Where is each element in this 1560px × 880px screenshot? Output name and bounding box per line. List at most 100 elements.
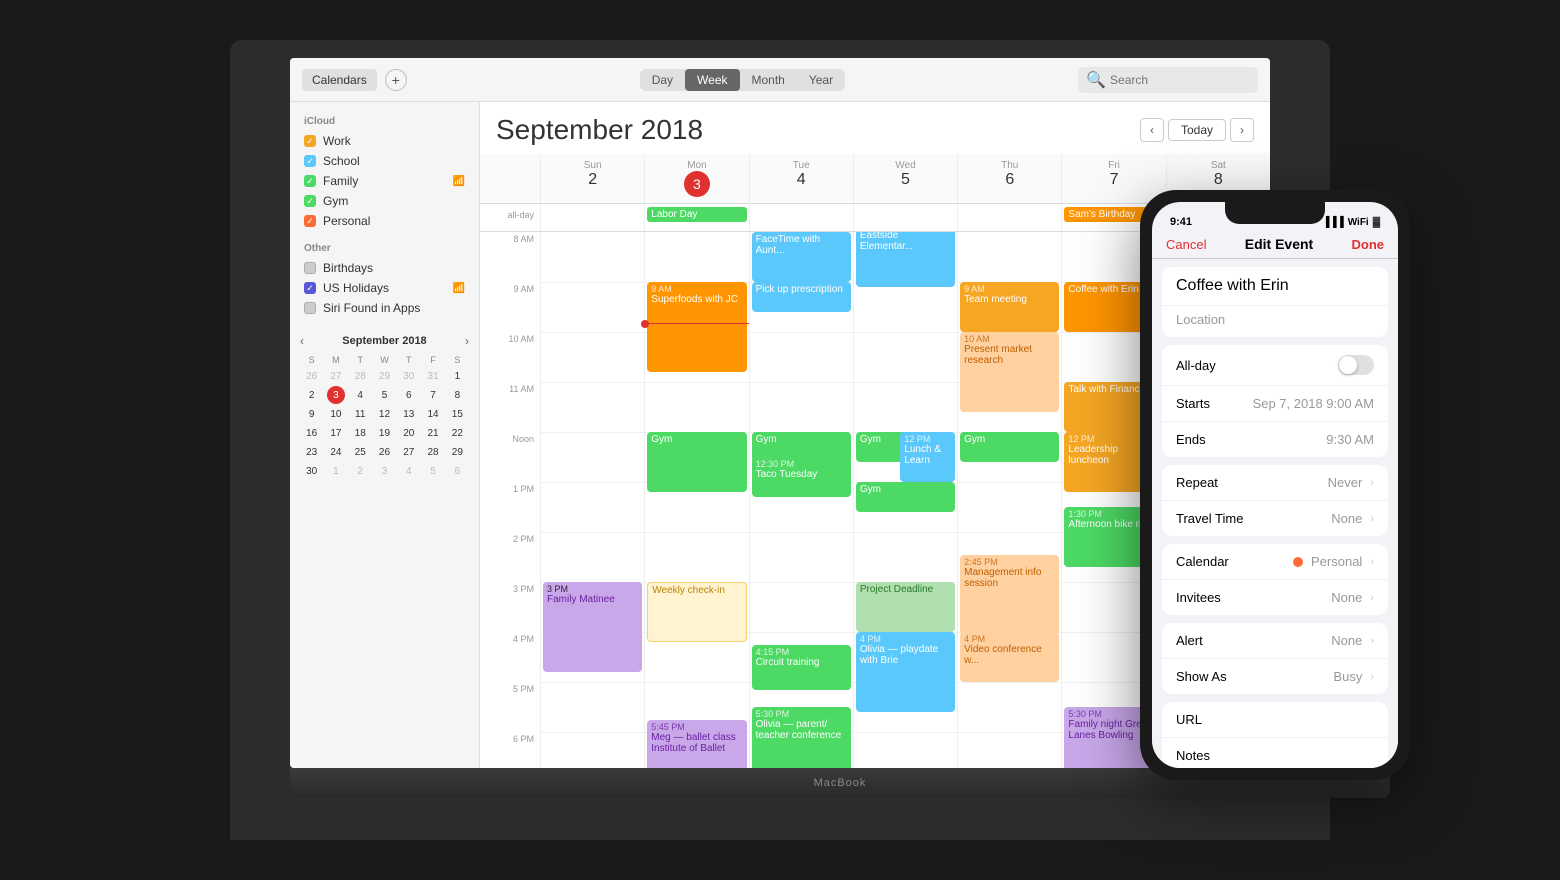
mini-cal-day[interactable]: 9 [303,405,321,423]
mini-cal-day[interactable]: 15 [448,405,466,423]
event-weekly-checkin[interactable]: Weekly check-in [647,582,746,642]
mini-cal-day[interactable]: 25 [351,443,369,461]
mini-cal-day[interactable]: 22 [448,424,466,442]
calendars-button[interactable]: Calendars [302,69,377,91]
mini-cal-day[interactable]: 11 [351,405,369,423]
mini-cal-day[interactable]: 27 [327,367,345,385]
url-row[interactable]: URL [1162,702,1388,738]
event-meg-ballet[interactable]: 5:45 PM Meg — ballet class Institute of … [647,720,746,768]
notes-row[interactable]: Notes [1162,738,1388,768]
mini-cal-day[interactable]: 19 [375,424,393,442]
labor-day-event[interactable]: Labor Day [647,207,746,222]
sidebar-item-family[interactable]: ✓ Family 📶 [290,171,479,191]
today-button[interactable]: Today [1168,119,1226,141]
mini-cal-prev[interactable]: ‹ [300,334,304,348]
mini-cal-day[interactable]: 8 [448,386,466,404]
sidebar-item-siri[interactable]: Siri Found in Apps [290,298,479,318]
mini-cal-day[interactable]: 1 [448,367,466,385]
mini-cal-day[interactable]: 18 [351,424,369,442]
col-wed: 7:30 AM PTA Meeting Eastside Elementar..… [853,232,957,768]
event-gym-wed2[interactable]: Gym [856,482,955,512]
mini-cal-day[interactable]: 24 [327,443,345,461]
event-family-matinee[interactable]: 3 PM Family Matinee [543,582,642,672]
event-project-deadline[interactable]: Project Deadline [856,582,955,632]
iphone-done-button[interactable]: Done [1352,237,1385,252]
next-week-button[interactable]: › [1230,118,1254,142]
sidebar-item-gym[interactable]: ✓ Gym [290,191,479,211]
mini-cal-day[interactable]: 6 [400,386,418,404]
mini-cal-day[interactable]: 10 [327,405,345,423]
mini-cal-day[interactable]: 5 [424,462,442,480]
repeat-row[interactable]: Repeat Never › [1162,465,1388,501]
event-location-field[interactable]: Location [1162,305,1388,337]
event-olivia-playdate[interactable]: 4 PM Olivia — playdate with Brie [856,632,955,712]
sidebar-item-birthdays[interactable]: Birthdays [290,258,479,278]
event-facetime[interactable]: FaceTime with Aunt... [752,232,851,282]
mini-cal-day[interactable]: 26 [303,367,321,385]
mini-cal-day[interactable]: 2 [351,462,369,480]
mini-cal-day[interactable]: 29 [448,443,466,461]
calendar-row[interactable]: Calendar Personal › [1162,544,1388,580]
event-pta[interactable]: 7:30 AM PTA Meeting Eastside Elementar..… [856,232,955,287]
day-col-fri: Fri7 [1061,154,1165,203]
allday-toggle[interactable] [1338,355,1374,375]
sidebar-item-us-holidays[interactable]: ✓ US Holidays 📶 [290,278,479,298]
mini-cal-day[interactable]: 31 [424,367,442,385]
year-view-button[interactable]: Year [797,69,845,91]
event-team-meeting[interactable]: 9 AM Team meeting [960,282,1059,332]
show-as-row[interactable]: Show As Busy › [1162,659,1388,694]
search-input[interactable] [1110,73,1250,87]
mini-cal-day[interactable]: 21 [424,424,442,442]
sidebar-item-school[interactable]: ✓ School [290,151,479,171]
event-gym-thu[interactable]: Gym [960,432,1059,462]
sidebar-item-work[interactable]: ✓ Work [290,131,479,151]
event-superfoods[interactable]: 9 AM Superfoods with JC [647,282,746,372]
mini-cal-day[interactable]: 4 [351,386,369,404]
mini-cal-day[interactable]: 26 [375,443,393,461]
mini-cal-day[interactable]: 4 [400,462,418,480]
mini-cal-day[interactable]: 27 [400,443,418,461]
mini-cal-day[interactable]: 16 [303,424,321,442]
mini-cal-next[interactable]: › [465,334,469,348]
event-olivia-conference[interactable]: 5:30 PM Olivia — parent/ teacher confere… [752,707,851,768]
mini-cal-day[interactable]: 20 [400,424,418,442]
event-taco-tuesday[interactable]: 12:30 PM Taco Tuesday [752,457,851,497]
event-video-conf[interactable]: 4 PM Video conference w... [960,632,1059,682]
month-view-button[interactable]: Month [740,69,797,91]
mini-cal-day[interactable]: 3 [375,462,393,480]
week-view-button[interactable]: Week [685,69,739,91]
mini-cal-today[interactable]: 3 [327,386,345,404]
mini-cal-day[interactable]: 2 [303,386,321,404]
mini-cal-day[interactable]: 6 [448,462,466,480]
mini-cal-day[interactable]: 23 [303,443,321,461]
mini-cal-day[interactable]: 14 [424,405,442,423]
event-circuit[interactable]: 4:15 PM Circuit training [752,645,851,690]
mini-cal-day[interactable]: 17 [327,424,345,442]
mini-cal-day[interactable]: 30 [400,367,418,385]
travel-time-row[interactable]: Travel Time None › [1162,501,1388,536]
add-calendar-button[interactable]: + [385,69,407,91]
event-mgmt-session[interactable]: 2:45 PM Management info session [960,555,1059,635]
mini-cal-day[interactable]: 30 [303,462,321,480]
mini-cal-day[interactable]: 29 [375,367,393,385]
mini-cal-day[interactable]: 12 [375,405,393,423]
day-view-button[interactable]: Day [640,69,685,91]
mini-cal-day[interactable]: 7 [424,386,442,404]
mini-cal-day[interactable]: 1 [327,462,345,480]
mini-cal-day[interactable]: 28 [424,443,442,461]
prev-week-button[interactable]: ‹ [1140,118,1164,142]
event-lunch-learn[interactable]: 12 PM Lunch & Learn [900,432,955,482]
event-gym-mon[interactable]: Gym [647,432,746,492]
iphone-cancel-button[interactable]: Cancel [1166,237,1206,252]
starts-row[interactable]: Starts Sep 7, 2018 9:00 AM [1162,386,1388,422]
sidebar-item-personal[interactable]: ✓ Personal [290,211,479,231]
mini-cal-day[interactable]: 28 [351,367,369,385]
mini-cal-day[interactable]: 5 [375,386,393,404]
event-title-field[interactable]: Coffee with Erin [1162,267,1388,305]
ends-row[interactable]: Ends 9:30 AM [1162,422,1388,457]
invitees-row[interactable]: Invitees None › [1162,580,1388,615]
event-prescription[interactable]: Pick up prescription [752,282,851,312]
alert-row[interactable]: Alert None › [1162,623,1388,659]
mini-cal-day[interactable]: 13 [400,405,418,423]
event-market-research[interactable]: 10 AM Present market research [960,332,1059,412]
